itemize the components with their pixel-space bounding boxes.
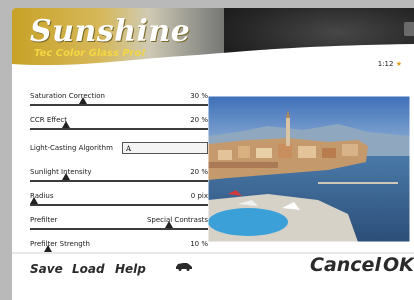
control-label: Saturation Correction bbox=[30, 92, 105, 100]
control-label: Prefilter Strength bbox=[30, 240, 90, 248]
cancel-button[interactable]: Cancel bbox=[310, 254, 381, 276]
slider-track[interactable] bbox=[30, 204, 208, 206]
car-icon[interactable] bbox=[175, 261, 193, 271]
slider-track[interactable] bbox=[30, 228, 208, 230]
slider-track[interactable] bbox=[30, 180, 208, 182]
ok-button[interactable]: OK bbox=[383, 254, 414, 276]
star-icon: ★ bbox=[395, 60, 402, 68]
app-title: Sunshine bbox=[30, 14, 191, 49]
help-button[interactable]: Help bbox=[115, 262, 146, 276]
slider-track[interactable] bbox=[30, 128, 208, 130]
load-button[interactable]: Load bbox=[72, 262, 105, 276]
save-button[interactable]: Save bbox=[30, 262, 63, 276]
app-subtitle: Tec Color Glass Pro! bbox=[34, 48, 146, 59]
coastal-town-photo bbox=[208, 96, 410, 242]
control-value: Special Contrasts bbox=[146, 216, 208, 224]
control-label: Prefilter bbox=[30, 216, 58, 224]
slider-thumb[interactable] bbox=[164, 221, 173, 228]
control-value: 20 % bbox=[190, 116, 208, 124]
control-value: 10 % bbox=[190, 240, 208, 248]
slider-thumb[interactable] bbox=[61, 121, 70, 128]
slider-thumb[interactable] bbox=[43, 245, 52, 252]
preview-image bbox=[208, 96, 410, 242]
header-banner: Sunshine Tec Color Glass Pro! 1:12 ★ bbox=[12, 8, 414, 82]
control-label: Light-Casting Algorithm bbox=[30, 144, 113, 152]
plugin-window: Sunshine Tec Color Glass Pro! 1:12 ★ Sat… bbox=[12, 8, 414, 300]
window-corner-tab[interactable] bbox=[404, 22, 414, 36]
page-counter: 1:12 ★ bbox=[378, 60, 402, 68]
page-counter-text: 1:12 bbox=[377, 60, 394, 68]
control-value: 20 % bbox=[190, 168, 208, 176]
algorithm-input[interactable]: A bbox=[122, 142, 208, 154]
slider-thumb[interactable] bbox=[61, 173, 70, 180]
control-value: 0 pix bbox=[190, 192, 208, 200]
slider-track[interactable] bbox=[30, 104, 208, 106]
control-value: 30 % bbox=[190, 92, 208, 100]
slider-thumb[interactable] bbox=[30, 197, 38, 204]
slider-thumb[interactable] bbox=[79, 97, 88, 104]
